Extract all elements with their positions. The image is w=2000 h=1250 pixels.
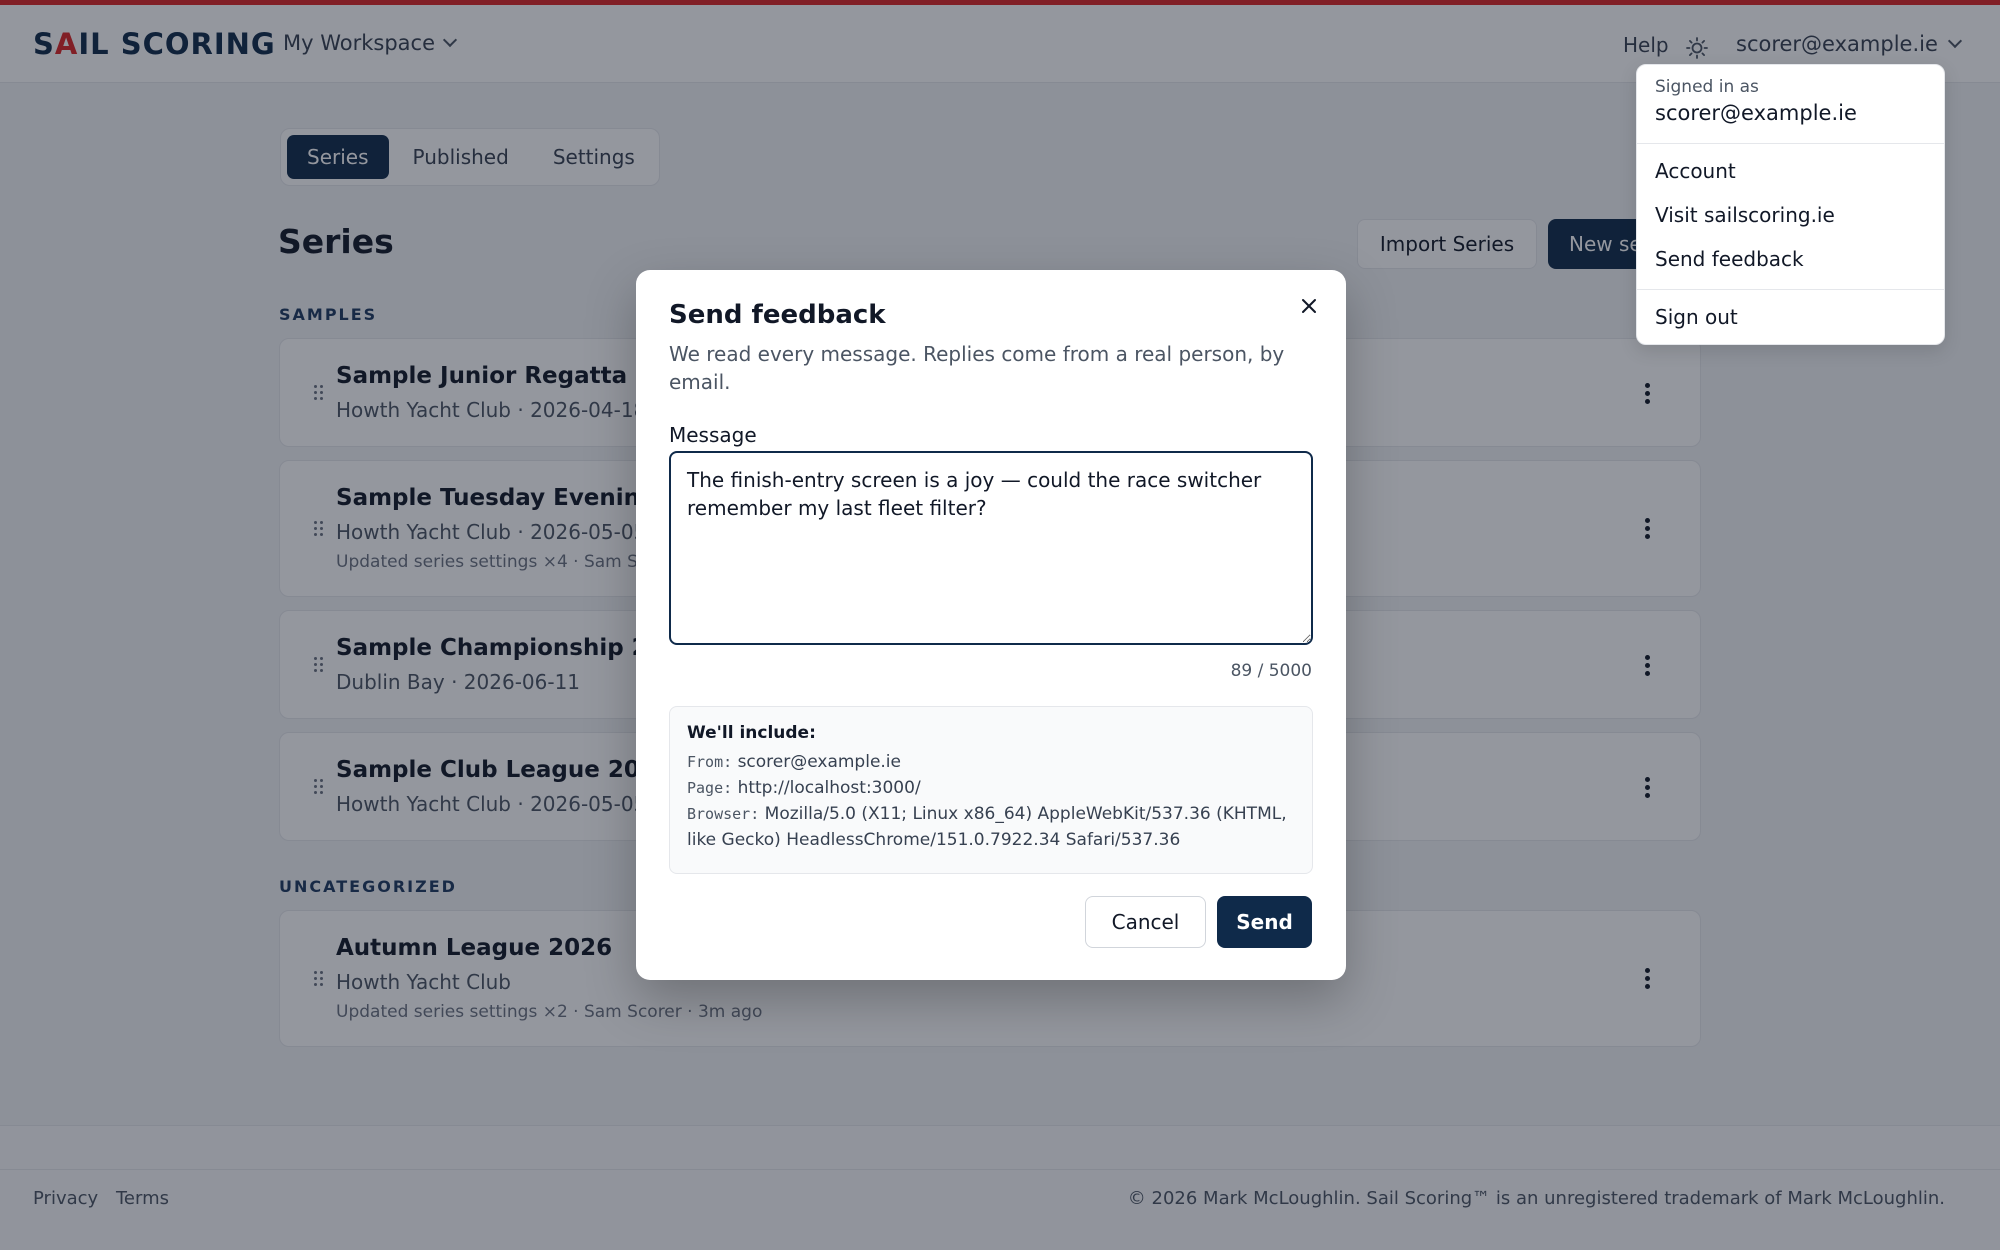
browser-key: Browser:: [687, 805, 760, 823]
signed-in-label: Signed in as: [1655, 77, 1759, 97]
modal-description: We read every message. Replies come from…: [669, 342, 1285, 394]
from-key: From:: [687, 753, 733, 771]
include-from-row: From: scorer@example.ie: [687, 749, 1295, 775]
include-page-row: Page: http://localhost:3000/: [687, 775, 1295, 801]
message-label: Message: [669, 423, 757, 447]
include-browser-row: Browser: Mozilla/5.0 (X11; Linux x86_64)…: [687, 801, 1295, 853]
user-dropdown-menu: Signed in as scorer@example.ie Account V…: [1636, 64, 1945, 345]
include-heading: We'll include:: [687, 723, 816, 743]
signed-in-email: scorer@example.ie: [1655, 101, 1857, 125]
page-value: http://localhost:3000/: [737, 778, 921, 798]
from-value: scorer@example.ie: [737, 752, 901, 772]
close-icon[interactable]: [1300, 297, 1318, 315]
send-button[interactable]: Send: [1217, 896, 1312, 948]
modal-title: Send feedback: [669, 300, 886, 330]
character-counter: 89 / 5000: [1230, 661, 1312, 681]
feedback-modal: Send feedback We read every message. Rep…: [636, 270, 1346, 980]
browser-value: Mozilla/5.0 (X11; Linux x86_64) AppleWeb…: [687, 804, 1287, 850]
menu-item-send-feedback[interactable]: Send feedback: [1655, 247, 1804, 271]
menu-item-visit-site[interactable]: Visit sailscoring.ie: [1655, 203, 1835, 227]
menu-divider: [1637, 289, 1944, 290]
menu-item-sign-out[interactable]: Sign out: [1655, 305, 1738, 329]
page-key: Page:: [687, 779, 733, 797]
menu-divider: [1637, 143, 1944, 144]
included-info-box: We'll include: From: scorer@example.ie P…: [669, 706, 1313, 874]
cancel-button[interactable]: Cancel: [1085, 896, 1206, 948]
menu-item-account[interactable]: Account: [1655, 159, 1736, 183]
message-textarea[interactable]: The finish-entry screen is a joy — could…: [669, 451, 1313, 645]
